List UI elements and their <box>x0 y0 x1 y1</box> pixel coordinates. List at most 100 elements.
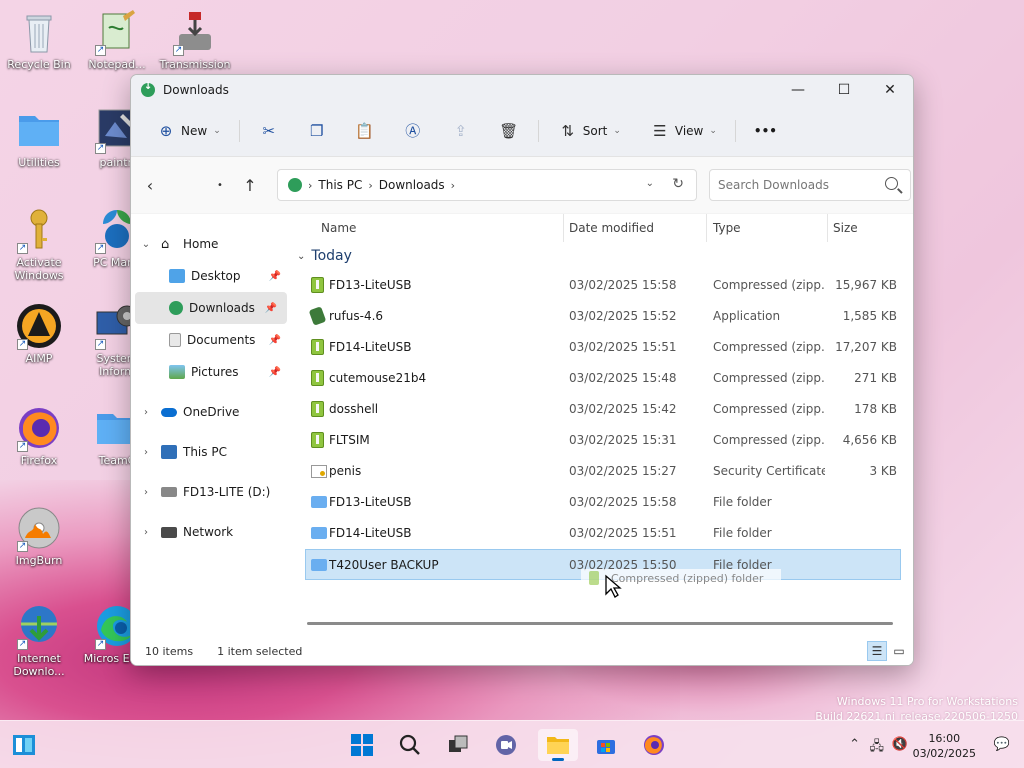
store-button[interactable] <box>586 729 626 761</box>
file-row[interactable]: dosshell 03/02/2025 15:42 Compressed (zipp… <box>291 394 903 425</box>
nav-item-this-pc[interactable]: › This PC <box>131 436 291 468</box>
search-taskbar-button[interactable] <box>390 729 430 761</box>
volume-mute-icon[interactable]: 🔇 <box>892 737 908 752</box>
cut-button[interactable]: ✂ <box>252 115 286 147</box>
firefox-icon <box>644 735 664 755</box>
folder-file-icon <box>311 496 327 508</box>
firefox-taskbar-button[interactable] <box>634 729 674 761</box>
column-divider[interactable] <box>706 214 707 242</box>
file-row[interactable]: FD13-LiteUSB 03/02/2025 15:58 File folder <box>291 487 903 518</box>
desktop-icon-recycle-bin[interactable]: Recycle Bin <box>2 8 76 71</box>
clock-date: 03/02/2025 <box>912 747 976 760</box>
column-header-row: Name Date modified Type Size <box>291 214 903 242</box>
folder-icon <box>15 106 63 154</box>
network-icon <box>161 526 177 538</box>
file-row[interactable]: FD14-LiteUSB 03/02/2025 15:51 Compressed (… <box>291 332 903 363</box>
start-button[interactable] <box>342 729 382 761</box>
group-header-today[interactable]: ⌄ Today <box>291 242 903 270</box>
more-dots-icon: ••• <box>753 123 777 138</box>
column-divider[interactable] <box>827 214 828 242</box>
paste-button[interactable]: 📋 <box>348 115 382 147</box>
view-button[interactable]: ☰ View ⌄ <box>643 115 723 147</box>
desktop-icon-aimp[interactable]: ↗ AIMP <box>2 302 76 365</box>
file-explorer-window[interactable]: Downloads — ☐ ✕ ⊕ New ⌄ ✂ ❐ 📋 Ⓐ ⇪ 🗑 ⇅ So… <box>130 74 914 666</box>
clock-time: 16:00 <box>928 732 961 745</box>
file-date: 03/02/2025 15:58 <box>569 278 677 292</box>
nav-item-fd13-lite-drive[interactable]: › FD13-LITE (D:) <box>131 476 291 508</box>
share-button[interactable]: ⇪ <box>444 115 478 147</box>
store-icon <box>597 740 615 754</box>
teams-chat-button[interactable] <box>486 729 526 761</box>
title-bar[interactable]: Downloads — ☐ ✕ <box>131 75 913 105</box>
up-button[interactable]: ↑ <box>235 170 265 200</box>
column-divider[interactable] <box>563 214 564 242</box>
column-type[interactable]: Type <box>713 221 741 235</box>
see-more-button[interactable]: ••• <box>748 115 783 147</box>
nav-label: Documents <box>187 333 256 347</box>
desktop-icon-utilities[interactable]: Utilities <box>2 106 76 169</box>
desktop-icon-transmission[interactable]: ↗ Transmission <box>158 8 232 71</box>
back-button[interactable]: ‹ <box>135 170 165 200</box>
column-date-modified[interactable]: Date modified <box>569 221 654 235</box>
chevron-down-icon[interactable]: ⌄ <box>646 178 654 189</box>
address-row: ‹ • ↑ › This PC › Downloads › ⌄ ↻ Search… <box>131 157 913 213</box>
file-explorer-taskbar-button[interactable] <box>538 729 578 761</box>
status-bar: 10 items 1 item selected ☰ ▭ <box>131 637 913 665</box>
cert-file-icon <box>311 465 327 478</box>
explorer-body: ⌄ ⌂ Home Desktop 📌 Downloads 📌 Documents… <box>131 214 913 665</box>
file-row[interactable]: FLTSIM 03/02/2025 15:31 Compressed (zipp..… <box>291 425 903 456</box>
minimize-button[interactable]: — <box>775 75 821 105</box>
copy-button[interactable]: ❐ <box>300 115 334 147</box>
new-button[interactable]: ⊕ New ⌄ <box>149 115 227 147</box>
nav-item-desktop[interactable]: Desktop 📌 <box>131 260 291 292</box>
column-size[interactable]: Size <box>833 221 858 235</box>
file-row[interactable]: rufus-4.6 03/02/2025 15:52 Application 1,58… <box>291 301 903 332</box>
document-icon <box>169 333 181 347</box>
address-bar[interactable]: › This PC › Downloads › ⌄ ↻ <box>277 169 697 201</box>
task-view-button[interactable] <box>438 729 478 761</box>
nav-item-downloads[interactable]: Downloads 📌 <box>135 292 287 324</box>
nav-label: Home <box>183 237 219 251</box>
search-input[interactable]: Search Downloads <box>709 169 911 201</box>
desktop-icon-imgburn[interactable]: ↗ ImgBurn <box>2 504 76 567</box>
nav-item-home[interactable]: ⌄ ⌂ Home <box>131 228 291 260</box>
sort-button[interactable]: ⇅ Sort ⌄ <box>551 115 627 147</box>
file-row[interactable]: cutemouse21b4 03/02/2025 15:48 Compressed … <box>291 363 903 394</box>
close-button[interactable]: ✕ <box>867 75 913 105</box>
column-name[interactable]: Name <box>321 221 356 235</box>
notification-icon[interactable]: 💬 <box>994 737 1010 752</box>
tiles-view-button[interactable]: ▭ <box>889 641 909 661</box>
details-view-button[interactable]: ☰ <box>867 641 887 661</box>
file-date: 03/02/2025 15:27 <box>569 464 677 478</box>
delete-button[interactable]: 🗑 <box>492 115 526 147</box>
horizontal-scrollbar[interactable] <box>307 622 893 625</box>
file-row[interactable]: FD14-LiteUSB 03/02/2025 15:51 File folder <box>291 518 903 549</box>
widgets-button[interactable] <box>4 729 44 761</box>
nav-item-onedrive[interactable]: › OneDrive <box>131 396 291 428</box>
network-tray-icon[interactable]: 🖧 <box>870 737 885 759</box>
forward-button[interactable]: • <box>205 170 235 200</box>
mouse-cursor-icon <box>605 574 622 598</box>
sort-label: Sort <box>582 123 608 138</box>
search-placeholder: Search Downloads <box>718 178 829 192</box>
show-hidden-icons-chevron-icon[interactable]: ⌃ <box>849 737 860 752</box>
refresh-icon[interactable]: ↻ <box>672 176 684 192</box>
nav-item-network[interactable]: › Network <box>131 516 291 548</box>
desktop-icon-activate-windows[interactable]: ↗ Activate Windows <box>2 206 76 282</box>
file-row[interactable]: FD13-LiteUSB 03/02/2025 15:58 Compressed (… <box>291 270 903 301</box>
breadcrumb-this-pc[interactable]: This PC <box>318 178 362 192</box>
desktop-icon-firefox[interactable]: ↗ Firefox <box>2 404 76 467</box>
desktop-icon-internet-download-manager[interactable]: ↗ Internet Downlo... <box>2 602 76 678</box>
nav-item-documents[interactable]: Documents 📌 <box>131 324 291 356</box>
file-name: cutemouse21b4 <box>329 371 427 385</box>
desktop-icon-label: Internet Downlo... <box>13 652 65 678</box>
file-row[interactable]: penis 03/02/2025 15:27 Security Certificat… <box>291 456 903 487</box>
clock[interactable]: 16:00 03/02/2025 <box>913 731 976 761</box>
maximize-button[interactable]: ☐ <box>821 75 867 105</box>
rename-button[interactable]: Ⓐ <box>396 115 430 147</box>
nav-item-pictures[interactable]: Pictures 📌 <box>131 356 291 388</box>
breadcrumb-downloads[interactable]: Downloads <box>379 178 445 192</box>
zip-icon <box>589 571 599 585</box>
desktop-icon-notepad[interactable]: ↗ Notepad... <box>80 8 154 71</box>
windows-logo-icon <box>351 734 373 756</box>
